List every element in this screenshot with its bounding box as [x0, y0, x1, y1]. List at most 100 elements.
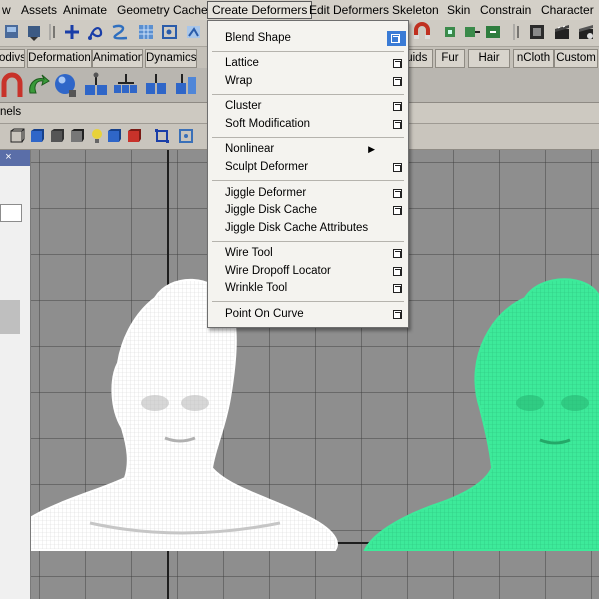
menu-skeleton[interactable]: Skeleton: [388, 0, 443, 20]
menu-item-label: Wrinkle Tool: [225, 282, 288, 294]
option-box-icon[interactable]: [391, 34, 400, 43]
close-icon[interactable]: ×: [2, 151, 15, 164]
menu-item-point-on-curve[interactable]: Point On Curve: [208, 306, 408, 323]
option-box-icon[interactable]: [393, 267, 402, 276]
menu-constrain[interactable]: Constrain: [476, 0, 535, 20]
option-box-icon[interactable]: [393, 189, 402, 198]
tab-custom[interactable]: Custom: [554, 49, 598, 68]
side-panel-selected-row[interactable]: [0, 300, 20, 334]
menu-item-label: Cluster: [225, 100, 262, 112]
menu-geometry-cache[interactable]: Geometry Cache: [113, 0, 212, 20]
history-icon[interactable]: [483, 22, 503, 42]
option-box-icon[interactable]: [393, 284, 402, 293]
textured-cube-icon[interactable]: [49, 128, 65, 144]
create-deformers-menu: Blend Shape Lattice Wrap Cluster Soft Mo…: [207, 20, 409, 328]
isolate-select-icon[interactable]: [154, 128, 170, 144]
tab-subdivs[interactable]: odivs: [0, 49, 25, 68]
tab-ncloth[interactable]: nCloth: [513, 49, 554, 68]
menu-create-deformers[interactable]: Create Deformers: [207, 1, 313, 19]
render-icon[interactable]: [2, 22, 22, 42]
input-ops-icon[interactable]: [440, 22, 460, 42]
option-box-icon[interactable]: [393, 310, 402, 319]
menu-item-label: Sculpt Deformer: [225, 161, 309, 173]
ipr-render-icon[interactable]: [24, 22, 44, 42]
option-box-icon[interactable]: [393, 102, 402, 111]
tab-deformation[interactable]: Deformation: [27, 49, 92, 68]
snap-view-icon[interactable]: [184, 22, 204, 42]
side-panel-field[interactable]: [0, 204, 22, 222]
menu-item-blend-shape[interactable]: Blend Shape: [208, 30, 408, 47]
menu-item-wire-dropoff-locator[interactable]: Wire Dropoff Locator: [208, 263, 408, 280]
menu-item-label: Jiggle Deformer: [225, 187, 307, 199]
xray-cube-icon[interactable]: [126, 128, 142, 144]
option-box-icon[interactable]: [393, 120, 402, 129]
menu-separator: [212, 137, 404, 138]
output-ops-icon[interactable]: [462, 22, 482, 42]
menu-separator: [212, 301, 404, 302]
lasso-tool-icon[interactable]: [86, 22, 106, 42]
menu-item-label: Lattice: [225, 57, 259, 69]
render-view-icon[interactable]: [527, 22, 547, 42]
plus-icon[interactable]: [62, 22, 82, 42]
menu-item-nonlinear[interactable]: Nonlinear ▶: [208, 141, 408, 158]
menu-separator: [212, 94, 404, 95]
side-panel-titlebar[interactable]: ×: [0, 150, 30, 166]
menu-item-cluster[interactable]: Cluster: [208, 98, 408, 115]
option-box-icon[interactable]: [393, 163, 402, 172]
lattice-icon[interactable]: [82, 71, 110, 99]
separator-icon: [49, 24, 55, 40]
menu-item-wrap[interactable]: Wrap: [208, 73, 408, 90]
shadow-cube-icon[interactable]: [106, 128, 122, 144]
grid-snap-icon[interactable]: [136, 22, 156, 42]
menu-item-soft-modification[interactable]: Soft Modification: [208, 116, 408, 133]
separator-icon-2: [513, 24, 519, 40]
menu-window[interactable]: w: [0, 0, 15, 20]
tab-dynamics[interactable]: Dynamics: [145, 49, 197, 68]
snap-point-icon[interactable]: [160, 22, 180, 42]
light-bulb-icon[interactable]: [89, 128, 105, 144]
cluster-icon[interactable]: [112, 71, 140, 99]
smooth-shade-icon[interactable]: [29, 128, 45, 144]
option-box-icon[interactable]: [393, 59, 402, 68]
menu-item-label: Wire Dropoff Locator: [225, 265, 331, 277]
menu-character[interactable]: Character: [537, 0, 598, 20]
menu-separator: [212, 241, 404, 242]
menu-separator: [212, 180, 404, 181]
menu-item-label: Wrap: [225, 75, 253, 87]
clapper-icon[interactable]: [552, 22, 572, 42]
lit-cube-icon[interactable]: [69, 128, 85, 144]
main-menubar: w Assets Animate Geometry Cache Create D…: [0, 0, 599, 21]
render-settings-icon[interactable]: [576, 22, 596, 42]
menu-item-label: Nonlinear: [225, 143, 275, 155]
option-box-icon[interactable]: [393, 249, 402, 258]
wire-deformer-icon[interactable]: [142, 71, 170, 99]
menu-item-wrinkle-tool[interactable]: Wrinkle Tool: [208, 280, 408, 297]
menu-item-jiggle-disk-cache-attributes[interactable]: Jiggle Disk Cache Attributes: [208, 220, 408, 237]
menu-separator: [212, 51, 404, 52]
menu-item-jiggle-deformer[interactable]: Jiggle Deformer: [208, 185, 408, 202]
menu-edit-deformers[interactable]: Edit Deformers: [305, 0, 393, 20]
magnet-icon[interactable]: [412, 22, 432, 42]
flare-deformer-icon[interactable]: [24, 71, 52, 99]
tab-animation[interactable]: Animation: [92, 49, 143, 68]
camera-gate-icon[interactable]: [178, 128, 194, 144]
wrap-deformer-icon[interactable]: [172, 71, 200, 99]
menu-assets[interactable]: Assets: [17, 0, 61, 20]
curve-tool-icon[interactable]: [110, 22, 130, 42]
menu-skin[interactable]: Skin: [443, 0, 474, 20]
submenu-arrow-icon: ▶: [368, 144, 375, 154]
tab-hair[interactable]: Hair: [468, 49, 510, 68]
wireframe-cube-icon[interactable]: [9, 128, 25, 144]
menu-item-wire-tool[interactable]: Wire Tool: [208, 245, 408, 262]
menu-item-jiggle-disk-cache[interactable]: Jiggle Disk Cache: [208, 202, 408, 219]
side-panel: ×: [0, 150, 31, 599]
panels-label[interactable]: nels: [0, 106, 21, 118]
option-box-icon[interactable]: [393, 77, 402, 86]
menu-item-lattice[interactable]: Lattice: [208, 55, 408, 72]
sculpt-sphere-icon[interactable]: [52, 71, 80, 99]
menu-animate[interactable]: Animate: [59, 0, 111, 20]
option-box-icon[interactable]: [393, 206, 402, 215]
tab-fur[interactable]: Fur: [435, 49, 465, 68]
menu-item-label: Jiggle Disk Cache: [225, 204, 318, 216]
menu-item-sculpt-deformer[interactable]: Sculpt Deformer: [208, 159, 408, 176]
